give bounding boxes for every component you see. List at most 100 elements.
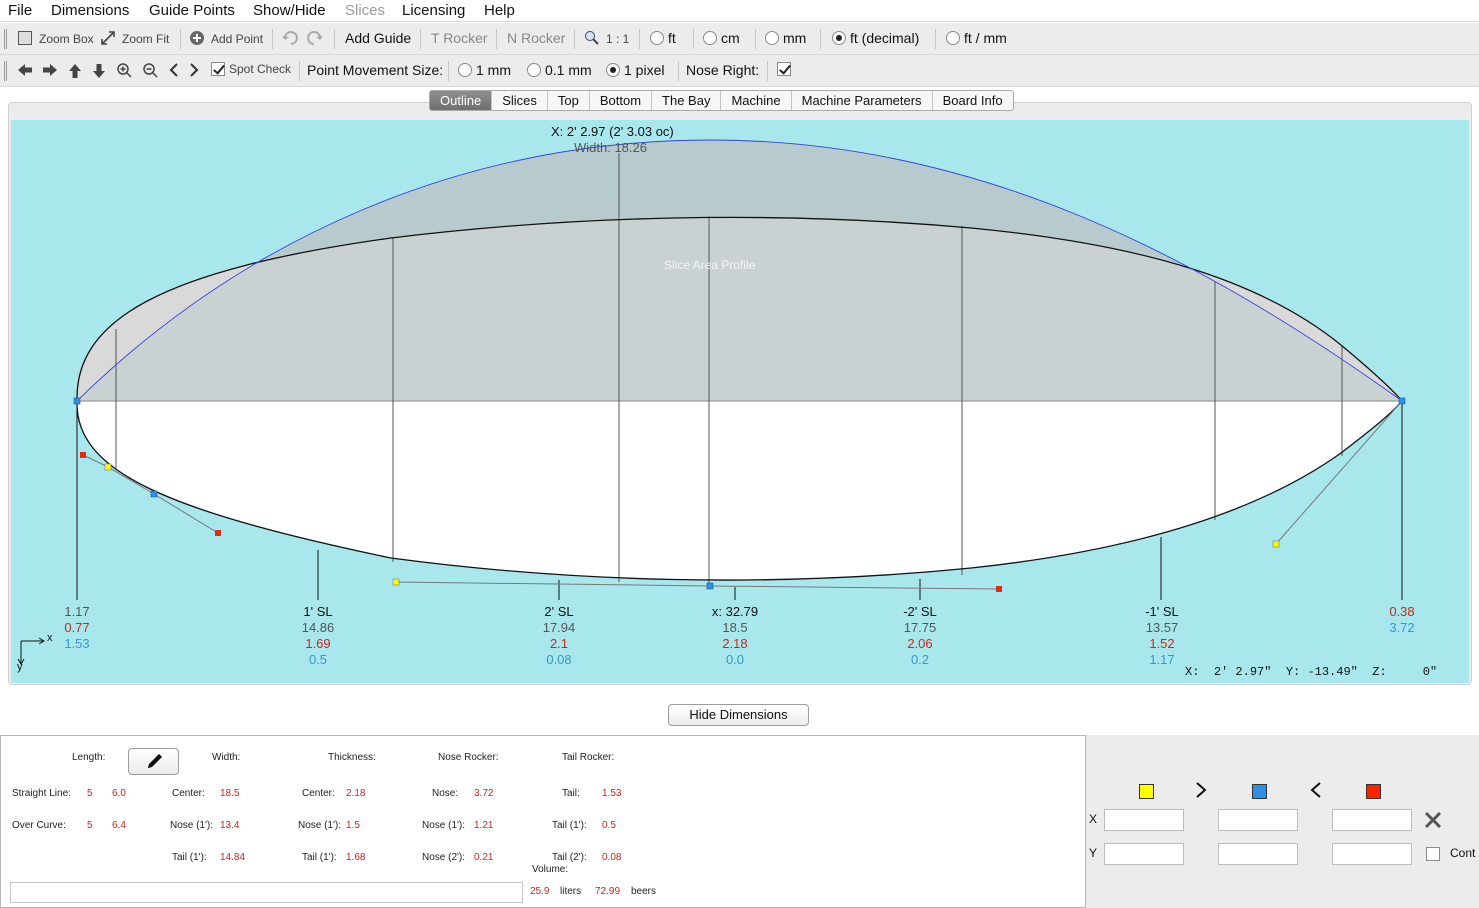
coord-y-value: -13.49" — [1307, 665, 1358, 679]
tail-rocker-tail-value: 1.53 — [602, 788, 622, 799]
arrow-up-icon — [67, 62, 85, 80]
dim-column-title: 2' SL — [544, 604, 574, 619]
zoom-box-label: Zoom Box — [39, 32, 94, 46]
blue-x-input[interactable] — [1218, 809, 1298, 831]
spot-check-toggle[interactable]: Spot Check — [211, 62, 291, 76]
unit-label-ft-mm: ft / mm — [964, 30, 1007, 46]
tab-board-info[interactable]: Board Info — [933, 91, 1013, 110]
edit-length-button[interactable] — [128, 748, 179, 775]
dim-thickness-value: 0.77 — [64, 620, 90, 635]
tail-rocker-2ft-label: Tail (2'): — [552, 852, 587, 863]
scale-button[interactable]: 1 : 1 — [584, 30, 629, 48]
move-left-button[interactable] — [16, 62, 34, 80]
control-point-yellow — [104, 463, 112, 471]
continuous-checkbox[interactable] — [1426, 847, 1440, 861]
zoom-fit-icon — [100, 30, 118, 48]
tab-machine-parameters[interactable]: Machine Parameters — [792, 91, 933, 110]
unit-radio-ft[interactable]: ft — [650, 30, 676, 46]
control-point-blue — [73, 397, 81, 405]
menu-help[interactable]: Help — [484, 2, 515, 19]
straight-line-inches: 6.0 — [112, 788, 126, 799]
toolbar-grip[interactable] — [4, 61, 7, 81]
nose-right-label: Nose Right: — [686, 62, 760, 78]
yellow-y-input[interactable] — [1104, 843, 1184, 865]
unit-radio-ft-decimal[interactable]: ft (decimal) — [832, 30, 919, 46]
t-rocker-button[interactable]: T Rocker — [431, 30, 488, 46]
menu-show-hide[interactable]: Show/Hide — [253, 2, 326, 19]
tab-slices[interactable]: Slices — [492, 91, 548, 110]
menu-file[interactable]: File — [8, 2, 32, 19]
zoom-in-button[interactable] — [116, 62, 134, 80]
radio-button-selected — [606, 63, 620, 77]
width-tail-value: 14.84 — [220, 852, 246, 863]
radio-button — [650, 31, 664, 45]
unit-radio-cm[interactable]: cm — [703, 30, 740, 46]
n-rocker-button[interactable]: N Rocker — [507, 30, 565, 46]
yellow-x-input[interactable] — [1104, 809, 1184, 831]
zoom-fit-button[interactable]: Zoom Fit — [100, 30, 169, 48]
close-icon[interactable] — [1423, 810, 1443, 835]
volume-liters-value: 25.9 — [530, 886, 550, 897]
outline-bottom-fill — [76, 401, 1403, 581]
chevron-left-icon[interactable] — [1309, 781, 1323, 804]
unit-label-mm: mm — [783, 30, 807, 46]
chevron-right-icon[interactable] — [1194, 781, 1208, 804]
tab-bottom[interactable]: Bottom — [590, 91, 653, 110]
previous-button[interactable] — [167, 62, 185, 80]
next-button[interactable] — [187, 62, 205, 80]
blue-y-input[interactable] — [1218, 843, 1298, 865]
tab-top[interactable]: Top — [548, 91, 590, 110]
toolbar-grip[interactable] — [4, 29, 7, 49]
red-x-input[interactable] — [1332, 809, 1412, 831]
slice-area-label: Slice Area Profile — [664, 258, 756, 272]
tail-rocker-1ft-label: Tail (1'): — [552, 820, 587, 831]
dim-column-minus-2ft: -2' SL 17.75 2.06 0.2 — [875, 604, 965, 668]
movement-radio-0-1mm[interactable]: 0.1 mm — [527, 62, 592, 78]
tail-rocker-2ft-value: 0.08 — [602, 852, 622, 863]
red-handle-swatch — [1366, 784, 1381, 799]
thickness-label: Thickness: — [328, 752, 376, 763]
dim-length-value: 1.17 — [64, 604, 90, 619]
thickness-center-value: 2.18 — [346, 788, 366, 799]
notes-input[interactable] — [10, 882, 523, 903]
tail-rocker-1ft-value: 0.5 — [602, 820, 616, 831]
dim-rocker-value: 0.0 — [725, 652, 745, 667]
move-up-button[interactable] — [67, 62, 85, 80]
nose-right-checkbox[interactable] — [777, 62, 791, 76]
redo-button[interactable] — [306, 30, 324, 48]
move-down-button[interactable] — [91, 62, 109, 80]
tab-the-bay[interactable]: The Bay — [652, 91, 722, 110]
zoom-out-button[interactable] — [142, 62, 160, 80]
movement-radio-1pixel[interactable]: 1 pixel — [606, 62, 664, 78]
axis-y-label: y — [17, 661, 23, 673]
red-y-input[interactable] — [1332, 843, 1412, 865]
coord-x-value: 2' 2.97" — [1213, 665, 1272, 679]
undo-button[interactable] — [281, 30, 299, 48]
tab-outline[interactable]: Outline — [430, 91, 493, 110]
add-guide-button[interactable]: Add Guide — [345, 30, 411, 46]
dim-width-value: 17.94 — [542, 620, 576, 635]
control-point-blue — [706, 582, 714, 590]
add-point-button[interactable]: Add Point — [189, 30, 263, 48]
dim-column-title: -1' SL — [1145, 604, 1179, 619]
move-right-button[interactable] — [41, 62, 59, 80]
radio-button — [458, 63, 472, 77]
redo-icon — [306, 30, 324, 48]
outline-canvas[interactable]: X: 2' 2.97 (2' 3.03 oc) Width: 18.26 Sli… — [11, 120, 1469, 683]
zoom-in-icon — [116, 62, 134, 80]
thickness-tail-value: 1.68 — [346, 852, 366, 863]
zoom-box-button[interactable]: Zoom Box — [17, 30, 94, 48]
unit-radio-ft-mm[interactable]: ft / mm — [946, 30, 1007, 46]
hide-dimensions-button[interactable]: Hide Dimensions — [668, 704, 809, 726]
dim-width-value: 17.75 — [903, 620, 937, 635]
nose-rocker-2ft-value: 0.21 — [474, 852, 494, 863]
unit-radio-mm[interactable]: mm — [765, 30, 806, 46]
board-outline-drawing[interactable] — [11, 120, 1469, 683]
over-curve-feet: 5 — [87, 820, 93, 831]
movement-label-0-1mm: 0.1 mm — [545, 62, 592, 78]
menu-guide-points[interactable]: Guide Points — [149, 2, 235, 19]
tab-machine[interactable]: Machine — [721, 91, 792, 110]
menu-licensing[interactable]: Licensing — [402, 2, 465, 19]
menu-dimensions[interactable]: Dimensions — [51, 2, 129, 19]
movement-radio-1mm[interactable]: 1 mm — [458, 62, 511, 78]
